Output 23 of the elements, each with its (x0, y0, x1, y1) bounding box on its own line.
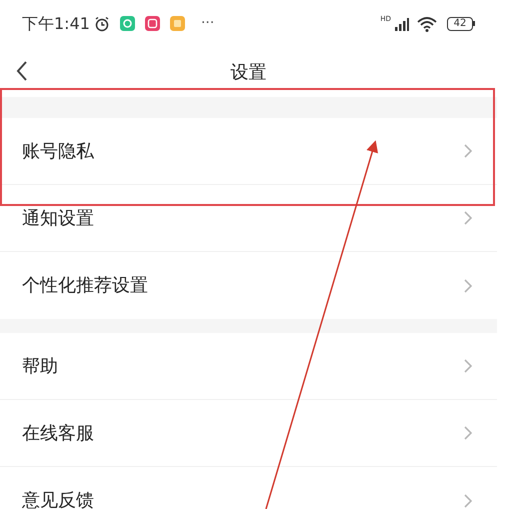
signal-icon (395, 16, 409, 30)
more-notifications: ··· (200, 14, 214, 33)
wifi-icon (417, 16, 437, 32)
row-label: 帮助 (22, 354, 58, 378)
status-time: 下午1:41 (22, 12, 90, 34)
page-title: 设置 (230, 60, 266, 84)
app-icon (144, 16, 160, 31)
row-label: 个性化推荐设置 (22, 274, 148, 298)
back-icon (16, 60, 28, 82)
chevron-right-icon (463, 210, 473, 226)
app-icon (170, 16, 185, 31)
battery-indicator: 42 (447, 16, 475, 30)
chevron-right-icon (463, 358, 473, 374)
alarm-clock-icon (94, 16, 110, 32)
chevron-right-icon (463, 278, 473, 294)
row-label: 通知设置 (22, 206, 94, 230)
row-label: 在线客服 (22, 422, 94, 446)
chevron-right-icon (463, 143, 473, 159)
chevron-right-icon (463, 425, 473, 441)
row-label: 账号隐私 (22, 140, 94, 164)
row-label: 意见反馈 (22, 489, 94, 509)
app-icon (120, 16, 135, 31)
chevron-right-icon (463, 492, 473, 508)
